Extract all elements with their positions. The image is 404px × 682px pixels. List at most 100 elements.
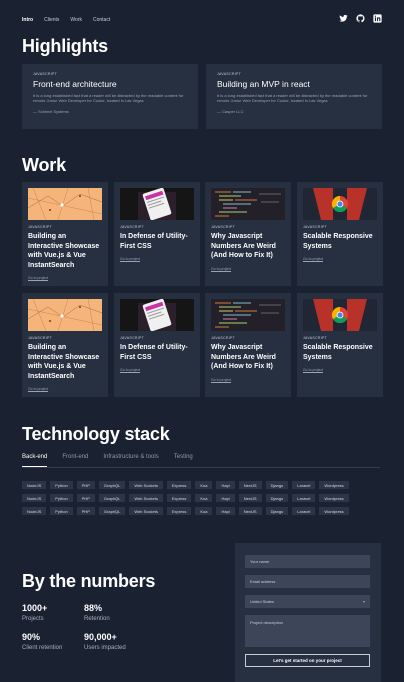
tech-chip: NodeJS [22, 507, 47, 515]
contact-form: Your name Email address United States ▾ P… [235, 543, 381, 682]
country-select[interactable]: United States ▾ [245, 595, 370, 608]
card-category: JAVASCRIPT [120, 225, 145, 229]
work-title: Work [22, 155, 66, 175]
name-field[interactable]: Your name [245, 555, 370, 568]
card-title: In Defense of Utility-First CSS [120, 233, 188, 250]
work-card[interactable]: JAVASCRIPT Building an Interactive Showca… [22, 293, 108, 397]
email-placeholder: Email address [250, 579, 276, 584]
card-title: Why Javascript Numbers Are Weird (And Ho… [211, 233, 276, 259]
highlight-card[interactable]: JAVASCRIPT Front-end architecture It is … [22, 64, 198, 129]
top-nav: Intro Clients Work Contact [22, 17, 110, 23]
card-category: JAVASCRIPT [303, 336, 328, 340]
nav-clients[interactable]: Clients [44, 17, 59, 23]
work-thumbnail [28, 299, 102, 331]
tech-chip: NodeJS [22, 494, 47, 502]
country-value: United States [250, 599, 275, 604]
github-icon[interactable] [356, 14, 365, 23]
card-title: Building an Interactive Showcase with Vu… [28, 233, 100, 269]
tech-chip: Laravel [292, 494, 316, 502]
card-category: JAVASCRIPT [303, 225, 328, 229]
tech-chip: Hapi [216, 507, 235, 515]
tech-chip: Hapi [216, 481, 235, 489]
tech-chip: NodeJS [22, 481, 47, 489]
go-to-project-link[interactable]: Go to project [28, 276, 102, 280]
tab-testing[interactable]: Testing [174, 454, 193, 467]
linkedin-icon[interactable] [373, 14, 382, 23]
tech-chip: NextJS [238, 481, 262, 489]
stat-projects: 1000+ Projects [22, 603, 47, 622]
card-title: Scalable Responsive Systems [303, 233, 373, 250]
tech-chip: Web Sockets [129, 494, 163, 502]
tech-chip: Web Sockets [129, 507, 163, 515]
card-category: JAVASCRIPT [28, 225, 53, 229]
tech-chip-row: NodeJS Python PHP GraphQL Web Sockets Express… [22, 507, 349, 515]
card-description: It is a long established fact that a rea… [33, 93, 184, 104]
work-thumbnail [120, 299, 194, 331]
tech-chip: PHP [76, 507, 95, 515]
stat-label: Client retention [22, 645, 63, 651]
card-category: JAVASCRIPT [28, 336, 53, 340]
go-to-project-link[interactable]: Go to project [303, 257, 377, 261]
tech-chip: Wordpress [319, 507, 349, 515]
tab-front-end[interactable]: Front-end [62, 454, 88, 467]
work-card[interactable]: JAVASCRIPT In Defense of Utility-First CS… [114, 293, 200, 397]
tech-chip: Django [265, 481, 289, 489]
work-thumbnail [211, 299, 285, 331]
twitter-icon[interactable] [339, 14, 348, 23]
work-card[interactable]: JAVASCRIPT Why Javascript Numbers Are Wei… [205, 293, 291, 397]
description-field[interactable]: Project description [245, 615, 370, 647]
card-description: It is a long established fact that a rea… [217, 93, 368, 104]
card-title: Building an MVP in react [217, 79, 310, 89]
email-field[interactable]: Email address [245, 575, 370, 588]
work-thumbnail [303, 299, 377, 331]
tech-chip: Express [166, 507, 192, 515]
submit-button[interactable]: Let's get started on your project [245, 654, 370, 667]
work-card[interactable]: JAVASCRIPT In Defense of Utility-First CS… [114, 182, 200, 286]
work-thumbnail [28, 188, 102, 220]
work-card[interactable]: JAVASCRIPT Scalable Responsive Systems Go … [297, 182, 383, 286]
stat-label: Retention [84, 616, 110, 622]
nav-contact[interactable]: Contact [93, 17, 110, 23]
work-card[interactable]: JAVASCRIPT Why Javascript Numbers Are Wei… [205, 182, 291, 286]
tech-chip: Laravel [292, 481, 316, 489]
stat-value: 90,000+ [84, 632, 117, 642]
highlight-card[interactable]: JAVASCRIPT Building an MVP in react It i… [206, 64, 382, 129]
stat-label: Users impacted [84, 645, 126, 651]
tech-chip: Django [265, 494, 289, 502]
tech-chip: GraphQL [98, 481, 126, 489]
go-to-project-link[interactable]: Go to project [211, 267, 285, 271]
tech-chip: Wordpress [319, 494, 349, 502]
tech-chip: Koa [195, 507, 213, 515]
tech-title: Technology stack [22, 424, 170, 444]
go-to-project-link[interactable]: Go to project [120, 368, 194, 372]
work-card[interactable]: JAVASCRIPT Building an Interactive Showca… [22, 182, 108, 286]
work-card[interactable]: JAVASCRIPT Scalable Responsive Systems Go … [297, 293, 383, 397]
nav-work[interactable]: Work [70, 17, 82, 23]
go-to-project-link[interactable]: Go to project [120, 257, 194, 261]
tech-chip: NextJS [238, 507, 262, 515]
card-category: JAVASCRIPT [217, 72, 242, 76]
stat-retention: 88% Retention [84, 603, 110, 622]
tab-infrastructure[interactable]: Infrastructure & tools [103, 454, 158, 467]
card-category: JAVASCRIPT [33, 72, 58, 76]
work-thumbnail [303, 188, 377, 220]
go-to-project-link[interactable]: Go to project [211, 378, 285, 382]
tech-chip: Koa [195, 481, 213, 489]
tech-chip: GraphQL [98, 494, 126, 502]
card-category: JAVASCRIPT [211, 336, 236, 340]
go-to-project-link[interactable]: Go to project [303, 368, 377, 372]
tech-chip: Koa [195, 494, 213, 502]
numbers-title: By the numbers [22, 571, 156, 591]
go-to-project-link[interactable]: Go to project [28, 387, 102, 391]
tab-back-end[interactable]: Back-end [22, 454, 48, 467]
nav-intro[interactable]: Intro [22, 17, 33, 23]
tech-chip: PHP [76, 481, 95, 489]
card-title: In Defense of Utility-First CSS [120, 344, 188, 361]
tech-chip-row: NodeJS Python PHP GraphQL Web Sockets Express… [22, 494, 349, 502]
highlights-title: Highlights [22, 36, 108, 56]
tech-chip: Django [265, 507, 289, 515]
tech-chip: Python [50, 507, 73, 515]
tech-chip: Laravel [292, 507, 316, 515]
card-title: Front-end architecture [33, 79, 117, 89]
stat-label: Projects [22, 616, 44, 622]
